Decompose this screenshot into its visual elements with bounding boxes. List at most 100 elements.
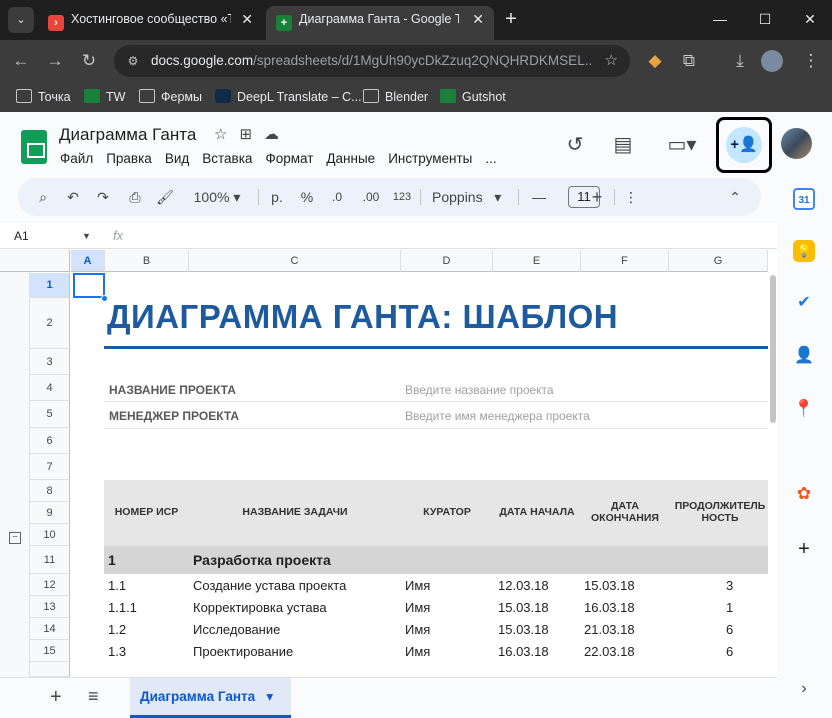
bookmark-link[interactable]: DeepL Translate – C... [215, 87, 362, 107]
column-header-e[interactable]: E [493, 250, 581, 272]
bookmark-star-icon[interactable]: ☆ [605, 45, 618, 77]
font-select[interactable]: Poppins ▾ [432, 178, 512, 216]
menu-data[interactable]: Данные [326, 151, 375, 166]
close-window-icon[interactable]: ✕ [795, 6, 825, 32]
vertical-scrollbar[interactable] [768, 250, 777, 677]
menu-more[interactable]: ... [485, 151, 496, 166]
collapse-group-icon[interactable]: − [9, 532, 21, 544]
row-header[interactable]: 3 [30, 349, 70, 375]
number-format-button[interactable]: 123 [390, 178, 414, 216]
row-header[interactable]: 6 [30, 428, 70, 454]
meet-icon[interactable]: ▭▾ [660, 132, 704, 158]
all-sheets-icon[interactable]: ≡ [88, 686, 99, 707]
tasks-icon[interactable]: ✔ [793, 292, 815, 314]
bookmark-link[interactable]: TW [84, 87, 125, 107]
chevron-down-icon[interactable]: ▼ [82, 223, 91, 249]
percent-format-button[interactable]: % [298, 178, 316, 216]
column-header-d[interactable]: D [401, 250, 493, 272]
increase-font-size-button[interactable]: + [588, 178, 606, 216]
menu-view[interactable]: Вид [165, 151, 189, 166]
row-header[interactable]: 5 [30, 401, 70, 428]
move-folder-icon[interactable]: ⊞ [239, 126, 264, 143]
row-header[interactable]: 13 [30, 596, 70, 618]
profile-avatar[interactable] [761, 50, 783, 72]
menu-format[interactable]: Формат [265, 151, 313, 166]
zoom-select[interactable]: 100% ▾ [186, 178, 248, 216]
column-header-g[interactable]: G [669, 250, 768, 272]
new-tab-button[interactable]: + [498, 6, 524, 32]
add-sheet-button[interactable]: + [50, 686, 62, 709]
column-header-b[interactable]: B [105, 250, 189, 272]
manager-value[interactable]: Введите имя менеджера проекта [405, 409, 590, 423]
version-history-icon[interactable]: ↺ [562, 132, 588, 158]
cloud-status-icon[interactable]: ☁ [264, 126, 291, 143]
tab-hosting-community[interactable]: › Хостинговое сообщество «Tim ✕ [38, 6, 263, 40]
keep-icon[interactable]: 💡 [793, 240, 815, 262]
star-icon[interactable]: ☆ [214, 126, 239, 143]
more-options-icon[interactable]: ⋮ [624, 178, 638, 216]
paint-format-icon[interactable]: 🖌 [154, 178, 176, 216]
reload-icon[interactable]: ↻ [76, 48, 102, 74]
column-header-c[interactable]: C [189, 250, 401, 272]
menu-file[interactable]: Файл [60, 151, 93, 166]
url-text[interactable]: docs.google.com/spreadsheets/d/1MgUh90yc… [151, 45, 591, 77]
sheet-grid[interactable]: A B C D E F G 1 2 3 4 5 6 7 8 9 10 11 12… [0, 250, 768, 677]
bookmark-link[interactable]: Gutshot [440, 87, 506, 107]
sheets-logo-icon[interactable] [21, 130, 47, 164]
undo-icon[interactable]: ↶ [64, 178, 82, 216]
address-bar[interactable]: ⚙ docs.google.com/spreadsheets/d/1MgUh90… [114, 45, 630, 77]
bookmark-folder[interactable]: Точка [16, 87, 71, 107]
close-tab-icon[interactable]: ✕ [241, 6, 253, 32]
browser-menu-icon[interactable]: ⋮ [798, 48, 824, 74]
search-icon[interactable]: ⌕ [34, 178, 52, 216]
row-header[interactable]: 12 [30, 574, 70, 596]
share-button[interactable]: +👤 [726, 127, 762, 163]
decrease-font-size-button[interactable]: — [530, 178, 548, 216]
maximize-icon[interactable]: ☐ [750, 6, 780, 32]
contacts-icon[interactable]: 👤 [793, 345, 815, 367]
user-avatar[interactable] [781, 128, 812, 159]
metamask-extension-icon[interactable]: ◆ [642, 48, 668, 74]
tab-search-button[interactable]: ⌄ [8, 7, 34, 33]
sheet-tab-gantt[interactable]: Диаграмма Ганта ▾ [130, 678, 291, 718]
select-all-corner[interactable] [0, 250, 70, 272]
column-header-a[interactable]: A [71, 250, 105, 272]
site-info-icon[interactable]: ⚙ [124, 52, 142, 70]
row-header[interactable]: 15 [30, 640, 70, 662]
row-header[interactable]: 10 [30, 524, 70, 546]
name-box[interactable]: A1 [14, 223, 29, 249]
close-tab-icon[interactable]: ✕ [472, 6, 484, 32]
extensions-icon[interactable]: ⧉ [676, 48, 702, 74]
row-header[interactable]: 9 [30, 502, 70, 524]
column-header-f[interactable]: F [581, 250, 669, 272]
row-header[interactable]: 11 [30, 546, 70, 574]
tab-gantt-sheet[interactable]: + Диаграмма Ганта - Google Таб ✕ [266, 6, 494, 40]
comments-icon[interactable]: ▤ [610, 132, 636, 158]
row-header[interactable]: 2 [30, 298, 70, 349]
print-icon[interactable]: ⎙ [124, 178, 146, 216]
decrease-decimal-button[interactable]: .0 [326, 178, 348, 216]
menu-insert[interactable]: Вставка [202, 151, 252, 166]
expand-panel-icon[interactable]: › [793, 678, 815, 700]
row-header[interactable] [30, 662, 70, 677]
scroll-thumb[interactable] [770, 275, 776, 423]
bookmark-folder[interactable]: Blender [363, 87, 428, 107]
active-cell-a1[interactable] [73, 273, 105, 298]
row-header[interactable]: 4 [30, 375, 70, 401]
project-name-value[interactable]: Введите название проекта [405, 383, 554, 397]
back-icon[interactable]: ← [8, 48, 34, 74]
download-icon[interactable]: ⤓ [727, 48, 753, 74]
row-header[interactable]: 8 [30, 480, 70, 502]
collapse-toolbar-icon[interactable]: ⌃ [726, 178, 744, 216]
increase-decimal-button[interactable]: .00 [358, 178, 384, 216]
bookmark-folder[interactable]: Фермы [139, 87, 202, 107]
row-header[interactable]: 7 [30, 454, 70, 480]
row-header[interactable]: 1 [30, 273, 70, 298]
redo-icon[interactable]: ↷ [94, 178, 112, 216]
currency-format-button[interactable]: р. [268, 178, 286, 216]
row-header[interactable]: 14 [30, 618, 70, 640]
minimize-icon[interactable]: — [705, 6, 735, 32]
get-addons-icon[interactable]: + [793, 538, 815, 560]
office-addon-icon[interactable]: ✿ [793, 483, 815, 505]
document-title[interactable]: Диаграмма Ганта [59, 125, 196, 145]
